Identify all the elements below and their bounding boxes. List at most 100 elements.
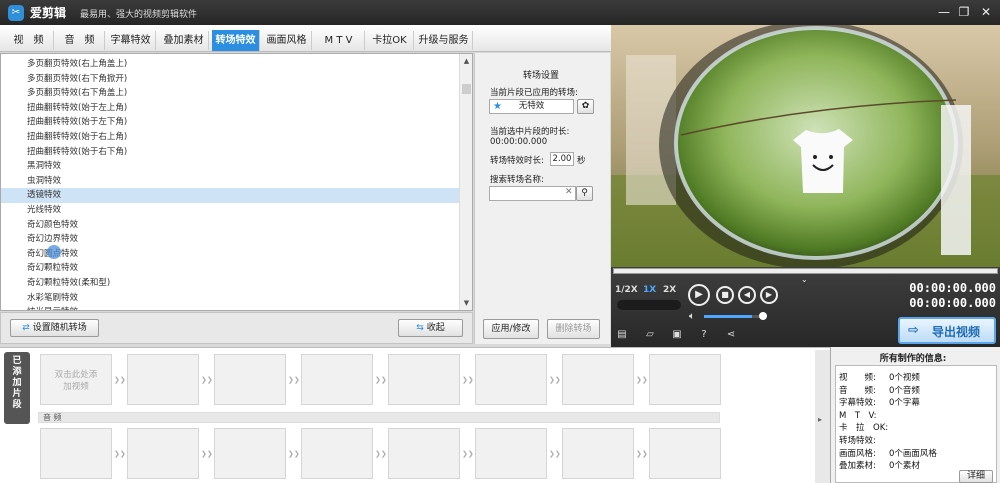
transition-settings-icon[interactable]: ✿ [577,99,594,114]
jog-slider[interactable] [617,300,681,310]
tab-karaoke[interactable]: 卡拉OK [366,31,414,50]
timeline-slot[interactable] [301,354,373,405]
volume-slider[interactable] [704,315,764,318]
transition-arrow-icon[interactable]: ❯❯ [462,374,474,386]
search-label: 搜索转场名称: [490,175,544,185]
effect-list-item[interactable]: 扭曲翻转特效(始于左下角) [1,115,459,130]
play-icon[interactable]: ▶ [688,284,710,306]
current-time: 00:00:00.000 [909,281,996,295]
panel-collapse-strip[interactable]: ▸ [815,350,830,483]
timeline-slot[interactable] [649,428,721,479]
timeline-slot[interactable] [475,428,547,479]
effect-list-item[interactable]: 透镜特效 [1,188,459,203]
save-icon[interactable]: ▣ [670,328,684,342]
effect-list-item[interactable]: 扭曲翻转特效(始于右下角) [1,145,459,160]
transition-arrow-icon[interactable]: ❯❯ [375,374,387,386]
timeline-slot[interactable] [388,428,460,479]
speed-2x[interactable]: 2X [663,285,676,295]
seek-bar[interactable] [613,268,998,274]
timeline-slot[interactable] [214,428,286,479]
list-scrollbar[interactable]: ▲ ▼ [459,54,472,310]
tab-audio[interactable]: 音 频 [55,31,105,50]
tab-overlay[interactable]: 叠加素材 [159,31,209,50]
restore-button[interactable]: ❐ [955,4,973,20]
seconds-unit: 秒 [577,156,586,166]
speed-half[interactable]: 1/2X [615,285,638,295]
timeline-slot[interactable] [40,428,112,479]
volume-icon[interactable]: 🔈︎ [689,311,695,322]
help-icon[interactable]: ? [697,328,711,342]
effect-duration-input[interactable]: 2.00 [550,152,574,166]
stop-icon[interactable]: ■ [716,286,734,304]
apply-button[interactable]: 应用/修改 [483,319,539,339]
expand-icon[interactable]: ⌄ [801,275,808,284]
transition-arrow-icon[interactable]: ❯❯ [549,448,561,460]
open-folder-icon[interactable]: ▱ [643,328,657,342]
collapse-arrow-icon[interactable]: ▸ [818,415,822,424]
transition-arrow-icon[interactable]: ❯❯ [549,374,561,386]
effect-list-item[interactable]: 奇幻颗粒特效(柔和型) [1,276,459,291]
next-icon[interactable]: ▶ [760,286,778,304]
timeline-slot[interactable] [301,428,373,479]
prev-icon[interactable]: ◀ [738,286,756,304]
effect-list-item[interactable]: 奇幻边界特效 [1,232,459,247]
timeline-slot[interactable] [388,354,460,405]
tab-mtv[interactable]: M T V [313,31,365,50]
timeline-slot[interactable] [562,354,634,405]
tab-upgrade[interactable]: 升级与服务 [415,31,473,50]
add-video-hint[interactable]: 双击此处添加视频 [52,355,100,393]
effect-list-item[interactable]: 多页翻页特效(右上角盖上) [1,57,459,72]
timeline-slot[interactable] [649,354,721,405]
tab-style[interactable]: 画面风格 [262,31,312,50]
effect-list-item[interactable]: 多页翻页特效(右下角掀开) [1,72,459,87]
transition-arrow-icon[interactable]: ❯❯ [288,374,300,386]
effect-list-item[interactable]: 扭曲翻转特效(始于左上角) [1,101,459,116]
timeline-slot[interactable]: 双击此处添加视频 [40,354,112,405]
tab-subtitle[interactable]: 字幕特效 [106,31,156,50]
clear-search-icon[interactable]: ✕ [565,187,573,197]
timeline-slot[interactable] [127,354,199,405]
collapse-button[interactable]: ⇆ 收起 [398,319,463,337]
effect-list-item[interactable]: 扭曲翻转特效(始于右上角) [1,130,459,145]
detail-button[interactable]: 详细 [959,470,993,483]
effect-list-item[interactable]: 奇幻颜色特效 [1,218,459,233]
delete-transition-button[interactable]: 删除转场 [547,319,600,339]
scroll-thumb[interactable] [462,84,471,94]
transition-arrow-icon[interactable]: ❯❯ [462,448,474,460]
search-icon[interactable]: ⚲ [576,186,593,201]
transition-arrow-icon[interactable]: ❯❯ [114,374,126,386]
search-input[interactable] [489,186,576,201]
effect-list-item[interactable]: 黑洞特效 [1,159,459,174]
export-video-button[interactable]: ⇨ 导出视频 [898,317,996,344]
transition-arrow-icon[interactable]: ❯❯ [201,374,213,386]
timeline-slot[interactable] [562,428,634,479]
transition-arrow-icon[interactable]: ❯❯ [636,374,648,386]
scroll-up-icon[interactable]: ▲ [461,56,472,67]
effect-list-item[interactable]: 光线特效 [1,203,459,218]
random-transition-button[interactable]: ⇄ 设置随机转场 [10,319,99,337]
transition-arrow-icon[interactable]: ❯❯ [288,448,300,460]
tab-video[interactable]: 视 频 [4,31,54,50]
effect-list-item[interactable]: 奇幻颗粒特效 [1,261,459,276]
tab-transition[interactable]: 转场特效 [212,30,260,51]
production-info-panel: 所有制作的信息: 视 频: 0个视频音 频: 0个音频 字幕特效: 0个字幕 M T V:… [830,347,1000,483]
volume-handle[interactable] [759,312,767,320]
effect-list-item[interactable]: 水彩笔刷特效 [1,291,459,306]
timeline-slot[interactable] [127,428,199,479]
transition-arrow-icon[interactable]: ❯❯ [375,448,387,460]
minimize-button[interactable]: — [935,4,953,20]
effect-list-item[interactable]: 多页翻页特效(右下角盖上) [1,86,459,101]
effect-list-item[interactable]: 虫洞特效 [1,174,459,189]
transition-arrow-icon[interactable]: ❯❯ [636,448,648,460]
effect-list-item[interactable]: 炫光显示特效 [1,305,459,310]
scroll-down-icon[interactable]: ▼ [461,298,472,309]
share-icon[interactable]: ⋖ [724,328,738,342]
speed-1x[interactable]: 1X [643,285,656,295]
transition-arrow-icon[interactable]: ❯❯ [114,448,126,460]
transition-arrow-icon[interactable]: ❯❯ [201,448,213,460]
timeline-slot[interactable] [214,354,286,405]
close-button[interactable]: ✕ [977,4,995,20]
new-icon[interactable]: ▤ [615,328,629,342]
effect-list-item[interactable]: 奇幻圆点特效 [1,247,459,262]
timeline-slot[interactable] [475,354,547,405]
